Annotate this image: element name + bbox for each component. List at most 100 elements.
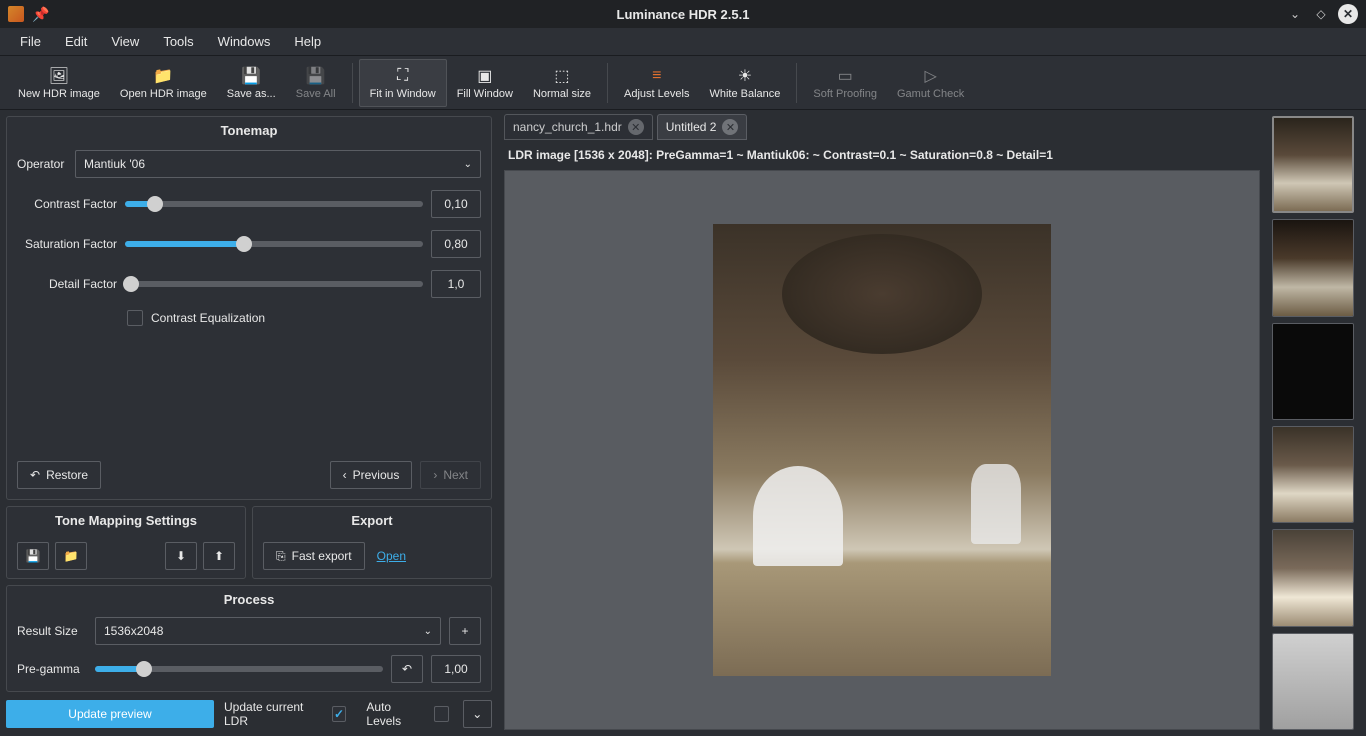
pin-icon[interactable]: 📌 — [32, 6, 49, 23]
previous-button[interactable]: ‹Previous — [330, 461, 413, 489]
saturation-slider[interactable] — [125, 241, 423, 247]
close-tab-icon[interactable]: ✕ — [628, 119, 644, 135]
export-panel: Export ⎘Fast export Open — [252, 506, 492, 579]
tab-nancy-church[interactable]: nancy_church_1.hdr ✕ — [504, 114, 653, 140]
window-title: Luminance HDR 2.5.1 — [617, 7, 750, 22]
pregamma-value[interactable]: 1,00 — [431, 655, 481, 683]
auto-levels-options-button[interactable]: ⌄ — [463, 700, 492, 728]
operator-label: Operator — [17, 157, 67, 171]
auto-levels-label: Auto Levels — [366, 700, 423, 728]
menu-view[interactable]: View — [99, 30, 151, 53]
image-plus-icon: 🖼 — [49, 66, 69, 86]
fit-icon: ⛶ — [397, 66, 408, 86]
levels-icon: ≡ — [652, 66, 661, 86]
thumbnail-strip — [1266, 110, 1366, 736]
plus-icon: + — [461, 624, 468, 638]
menu-file[interactable]: File — [8, 30, 53, 53]
close-icon[interactable]: ✕ — [1338, 4, 1358, 24]
pregamma-slider[interactable] — [95, 666, 383, 672]
thumbnail[interactable] — [1272, 426, 1354, 523]
tms-export-button[interactable]: ⬆ — [203, 542, 235, 570]
contrast-slider[interactable] — [125, 201, 423, 207]
update-ldr-checkbox[interactable] — [332, 706, 347, 722]
main-toolbar: 🖼New HDR image 📁Open HDR image 💾Save as.… — [0, 56, 1366, 110]
contrast-eq-checkbox[interactable] — [127, 310, 143, 326]
thumbnail[interactable] — [1272, 323, 1354, 420]
tms-import-button[interactable]: ⬇ — [165, 542, 197, 570]
chevron-down-icon: ⌄ — [472, 707, 482, 721]
contrast-value[interactable]: 0,10 — [431, 190, 481, 218]
restore-button[interactable]: ↶Restore — [17, 461, 101, 489]
document-tabs: nancy_church_1.hdr ✕ Untitled 2 ✕ — [498, 110, 1266, 140]
result-size-select[interactable]: 1536x2048 ⌄ — [95, 617, 441, 645]
tab-label: nancy_church_1.hdr — [513, 120, 622, 134]
tms-save-button[interactable]: 💾 — [17, 542, 49, 570]
fill-icon: ▣ — [477, 66, 492, 86]
chevron-down-icon: ⌄ — [464, 159, 472, 170]
white-balance-button[interactable]: ☀White Balance — [699, 59, 790, 107]
contrast-label: Contrast Factor — [17, 197, 117, 211]
operator-select[interactable]: Mantiuk '06 ⌄ — [75, 150, 481, 178]
image-canvas[interactable] — [504, 170, 1260, 730]
detail-value[interactable]: 1,0 — [431, 270, 481, 298]
pregamma-label: Pre-gamma — [17, 662, 87, 676]
save-as-button[interactable]: 💾Save as... — [217, 59, 286, 107]
pregamma-reset-button[interactable]: ↶ — [391, 655, 423, 683]
gamut-icon: ▷ — [924, 66, 936, 86]
tonemap-title: Tonemap — [7, 117, 491, 144]
detail-label: Detail Factor — [17, 277, 117, 291]
thumbnail[interactable] — [1272, 116, 1354, 213]
menu-edit[interactable]: Edit — [53, 30, 99, 53]
chevron-right-icon: › — [433, 468, 437, 482]
auto-levels-checkbox[interactable] — [434, 706, 449, 722]
close-tab-icon[interactable]: ✕ — [722, 119, 738, 135]
tms-title: Tone Mapping Settings — [7, 507, 245, 534]
process-title: Process — [7, 586, 491, 613]
toolbar-separator — [352, 63, 353, 103]
soft-proofing-button: ▭Soft Proofing — [803, 59, 887, 107]
folder-icon: 📁 — [153, 66, 173, 86]
open-hdr-button[interactable]: 📁Open HDR image — [110, 59, 217, 107]
result-size-value: 1536x2048 — [104, 624, 163, 638]
proof-icon: ▭ — [838, 66, 853, 86]
folder-icon: 📁 — [64, 549, 79, 563]
export-title: Export — [253, 507, 491, 534]
fast-export-button[interactable]: ⎘Fast export — [263, 542, 365, 570]
sun-icon: ☀ — [738, 66, 752, 86]
normal-size-button[interactable]: ⬚Normal size — [523, 59, 601, 107]
result-size-label: Result Size — [17, 624, 87, 638]
save-icon: 💾 — [26, 549, 41, 563]
save-all-button: 💾Save All — [286, 59, 346, 107]
fill-window-button[interactable]: ▣Fill Window — [447, 59, 523, 107]
undo-icon: ↶ — [402, 662, 412, 676]
center-area: nancy_church_1.hdr ✕ Untitled 2 ✕ LDR im… — [498, 110, 1266, 736]
left-panel: Tonemap Operator Mantiuk '06 ⌄ Contrast … — [0, 110, 498, 736]
add-size-button[interactable]: + — [449, 617, 481, 645]
adjust-levels-button[interactable]: ≡Adjust Levels — [614, 59, 699, 107]
export-open-link[interactable]: Open — [377, 549, 406, 563]
tms-open-button[interactable]: 📁 — [55, 542, 87, 570]
menu-help[interactable]: Help — [282, 30, 333, 53]
menu-tools[interactable]: Tools — [151, 30, 205, 53]
fit-window-button[interactable]: ⛶Fit in Window — [359, 59, 447, 107]
title-bar: 📌 Luminance HDR 2.5.1 ⌄ ◇ ✕ — [0, 0, 1366, 28]
action-row: Update preview Update current LDR Auto L… — [6, 698, 492, 730]
toolbar-separator — [796, 63, 797, 103]
maximize-icon[interactable]: ◇ — [1312, 5, 1330, 23]
tonemap-panel: Tonemap Operator Mantiuk '06 ⌄ Contrast … — [6, 116, 492, 500]
thumbnail[interactable] — [1272, 633, 1354, 730]
menu-windows[interactable]: Windows — [206, 30, 283, 53]
thumbnail[interactable] — [1272, 529, 1354, 626]
saturation-value[interactable]: 0,80 — [431, 230, 481, 258]
next-button: ›Next — [420, 461, 481, 489]
tab-untitled-2[interactable]: Untitled 2 ✕ — [657, 114, 748, 140]
thumbnail[interactable] — [1272, 219, 1354, 316]
update-preview-button[interactable]: Update preview — [6, 700, 214, 728]
saturation-label: Saturation Factor — [17, 237, 117, 251]
tms-panel: Tone Mapping Settings 💾 📁 ⬇ ⬆ — [6, 506, 246, 579]
minimize-icon[interactable]: ⌄ — [1286, 5, 1304, 23]
new-hdr-button[interactable]: 🖼New HDR image — [8, 59, 110, 107]
gamut-check-button: ▷Gamut Check — [887, 59, 974, 107]
detail-slider[interactable] — [125, 281, 423, 287]
image-status: LDR image [1536 x 2048]: PreGamma=1 ~ Ma… — [498, 140, 1266, 170]
